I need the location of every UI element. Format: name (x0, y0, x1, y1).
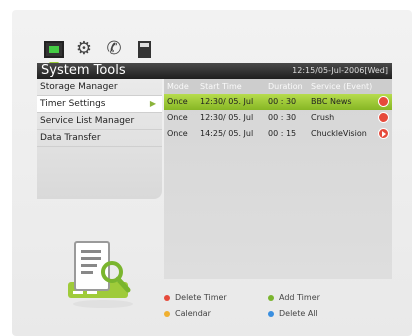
cell-duration: 00 : 30 (268, 113, 297, 122)
menu-item-timer-settings[interactable]: Timer Settings ▶ (37, 96, 162, 113)
legend-label: Delete Timer (175, 293, 227, 302)
menu-item-service-list-manager[interactable]: Service List Manager (37, 113, 162, 130)
satellite-dish-icon[interactable]: ✆ (104, 39, 124, 59)
red-dot-icon (164, 295, 170, 301)
table-header: Mode Start Time Duration Service (Event) (164, 79, 392, 94)
document-search-illustration-icon (65, 240, 145, 310)
menu-item-label: Storage Manager (40, 82, 118, 92)
gears-icon[interactable]: ⚙ (74, 39, 94, 59)
cell-start-time: 14:25/ 05. Jul (200, 129, 254, 138)
green-key-add-timer[interactable]: Add Timer (268, 293, 320, 303)
column-duration: Duration (268, 82, 303, 91)
yellow-key-calendar[interactable]: Calendar (164, 309, 211, 319)
cell-service: BBC News (311, 97, 352, 106)
record-icon (378, 112, 389, 123)
top-icon-bar: ⚙ ✆ (44, 39, 154, 61)
legend-label: Delete All (279, 309, 318, 318)
table-row[interactable]: Once 12:30/ 05. Jul 00 : 30 Crush (164, 110, 392, 126)
red-key-delete-timer[interactable]: Delete Timer (164, 293, 227, 303)
yellow-dot-icon (164, 311, 170, 317)
title-bar: System Tools 12:15/05-Jul-2006[Wed] (37, 63, 392, 79)
cell-service: ChuckleVision (311, 129, 367, 138)
menu-item-data-transfer[interactable]: Data Transfer (37, 130, 162, 147)
monitor-icon[interactable] (44, 39, 64, 59)
arrow-right-icon: ▶ (149, 99, 156, 108)
menu-item-storage-manager[interactable]: Storage Manager (37, 79, 162, 96)
menu-item-label: Data Transfer (40, 133, 101, 143)
cell-duration: 00 : 15 (268, 129, 297, 138)
timer-list-pane: Mode Start Time Duration Service (Event)… (164, 79, 392, 279)
side-menu: Storage Manager Timer Settings ▶ Service… (37, 79, 162, 199)
button-legend: Delete Timer Add Timer Calendar Delete A… (164, 289, 392, 325)
blue-dot-icon (268, 311, 274, 317)
cell-duration: 00 : 30 (268, 97, 297, 106)
table-row[interactable]: Once 14:25/ 05. Jul 00 : 15 ChuckleVisio… (164, 126, 392, 142)
cell-mode: Once (167, 97, 188, 106)
column-start-time: Start Time (200, 82, 242, 91)
clock: 12:15/05-Jul-2006[Wed] (292, 66, 388, 75)
blue-key-delete-all[interactable]: Delete All (268, 309, 318, 319)
menu-item-label: Timer Settings (40, 99, 106, 109)
cell-service: Crush (311, 113, 335, 122)
table-row[interactable]: Once 12:30/ 05. Jul 00 : 30 BBC News (164, 94, 392, 110)
page-title: System Tools (41, 63, 126, 78)
green-dot-icon (268, 295, 274, 301)
legend-label: Calendar (175, 309, 211, 318)
play-icon (378, 128, 389, 139)
cell-start-time: 12:30/ 05. Jul (200, 97, 254, 106)
cell-mode: Once (167, 113, 188, 122)
menu-item-label: Service List Manager (40, 116, 135, 126)
column-mode: Mode (167, 82, 189, 91)
calculator-icon[interactable] (134, 39, 154, 59)
cell-start-time: 12:30/ 05. Jul (200, 113, 254, 122)
record-icon (378, 96, 389, 107)
cell-mode: Once (167, 129, 188, 138)
column-service: Service (Event) (311, 82, 373, 91)
legend-label: Add Timer (279, 293, 320, 302)
